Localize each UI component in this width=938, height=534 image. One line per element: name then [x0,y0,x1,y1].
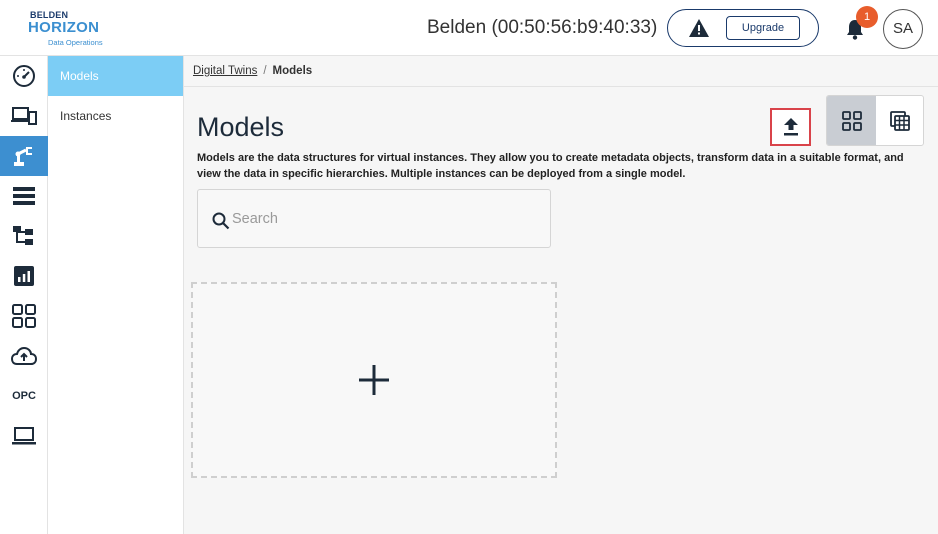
add-model-card[interactable] [191,282,557,478]
opc-icon: OPC [12,390,36,402]
rail-reports[interactable] [0,256,48,296]
belden-horizon-logo[interactable]: BELDEN HORIZON Data Operations [28,10,128,50]
rail-dashboard[interactable] [0,56,48,96]
dashboard-gauge-icon [13,65,35,87]
search-box[interactable] [197,189,551,248]
search-icon [212,212,230,230]
breadcrumb-link-digital-twins[interactable]: Digital Twins [193,65,257,77]
rail-cloud[interactable] [0,336,48,376]
app-header: BELDEN HORIZON Data Operations Belden (0… [0,0,938,56]
devices-icon [11,107,37,125]
upgrade-button[interactable]: Upgrade [726,16,800,40]
subnav-item-instances[interactable]: Instances [48,96,183,136]
cloud-upload-icon [11,346,37,365]
upgrade-banner: Upgrade [667,9,819,47]
breadcrumb-current: Models [272,65,313,77]
list-icon [13,187,35,205]
digital-twins-subnav: Models Instances [48,56,184,534]
report-chart-icon [14,266,34,286]
logo-line3: Data Operations [48,38,103,47]
rail-hierarchy[interactable] [0,216,48,256]
logo-line2: HORIZON [28,19,100,36]
rail-digital-twins[interactable] [0,136,48,176]
rail-devices[interactable] [0,96,48,136]
upload-model-button[interactable] [770,108,811,146]
table-view-icon [890,110,910,131]
rail-apps[interactable] [0,296,48,336]
robot-arm-icon [14,147,32,166]
rail-laptop[interactable] [0,416,48,456]
user-avatar[interactable]: SA [883,9,923,49]
icon-rail: OPC [0,56,48,534]
page-description: Models are the data structures for virtu… [197,152,904,180]
search-input[interactable] [232,207,532,231]
upload-icon [783,118,798,136]
page-title: Models [197,112,285,142]
breadcrumb-separator: / [263,65,267,77]
plus-icon [359,365,389,395]
notification-count-badge[interactable]: 1 [856,6,878,28]
view-toggle [826,95,924,146]
rail-opc[interactable]: OPC [0,376,48,416]
rail-list[interactable] [0,176,48,216]
laptop-icon [12,427,36,445]
breadcrumb: Digital Twins / Models [184,56,938,87]
warning-icon [689,19,709,37]
device-title: Belden (00:50:56:b9:40:33) [427,17,658,38]
grid-view-button[interactable] [827,96,876,145]
table-view-button[interactable] [876,96,923,145]
hierarchy-icon [13,226,33,245]
grid-view-icon [841,110,862,131]
subnav-item-models[interactable]: Models [48,56,183,96]
apps-grid-icon [12,304,36,328]
